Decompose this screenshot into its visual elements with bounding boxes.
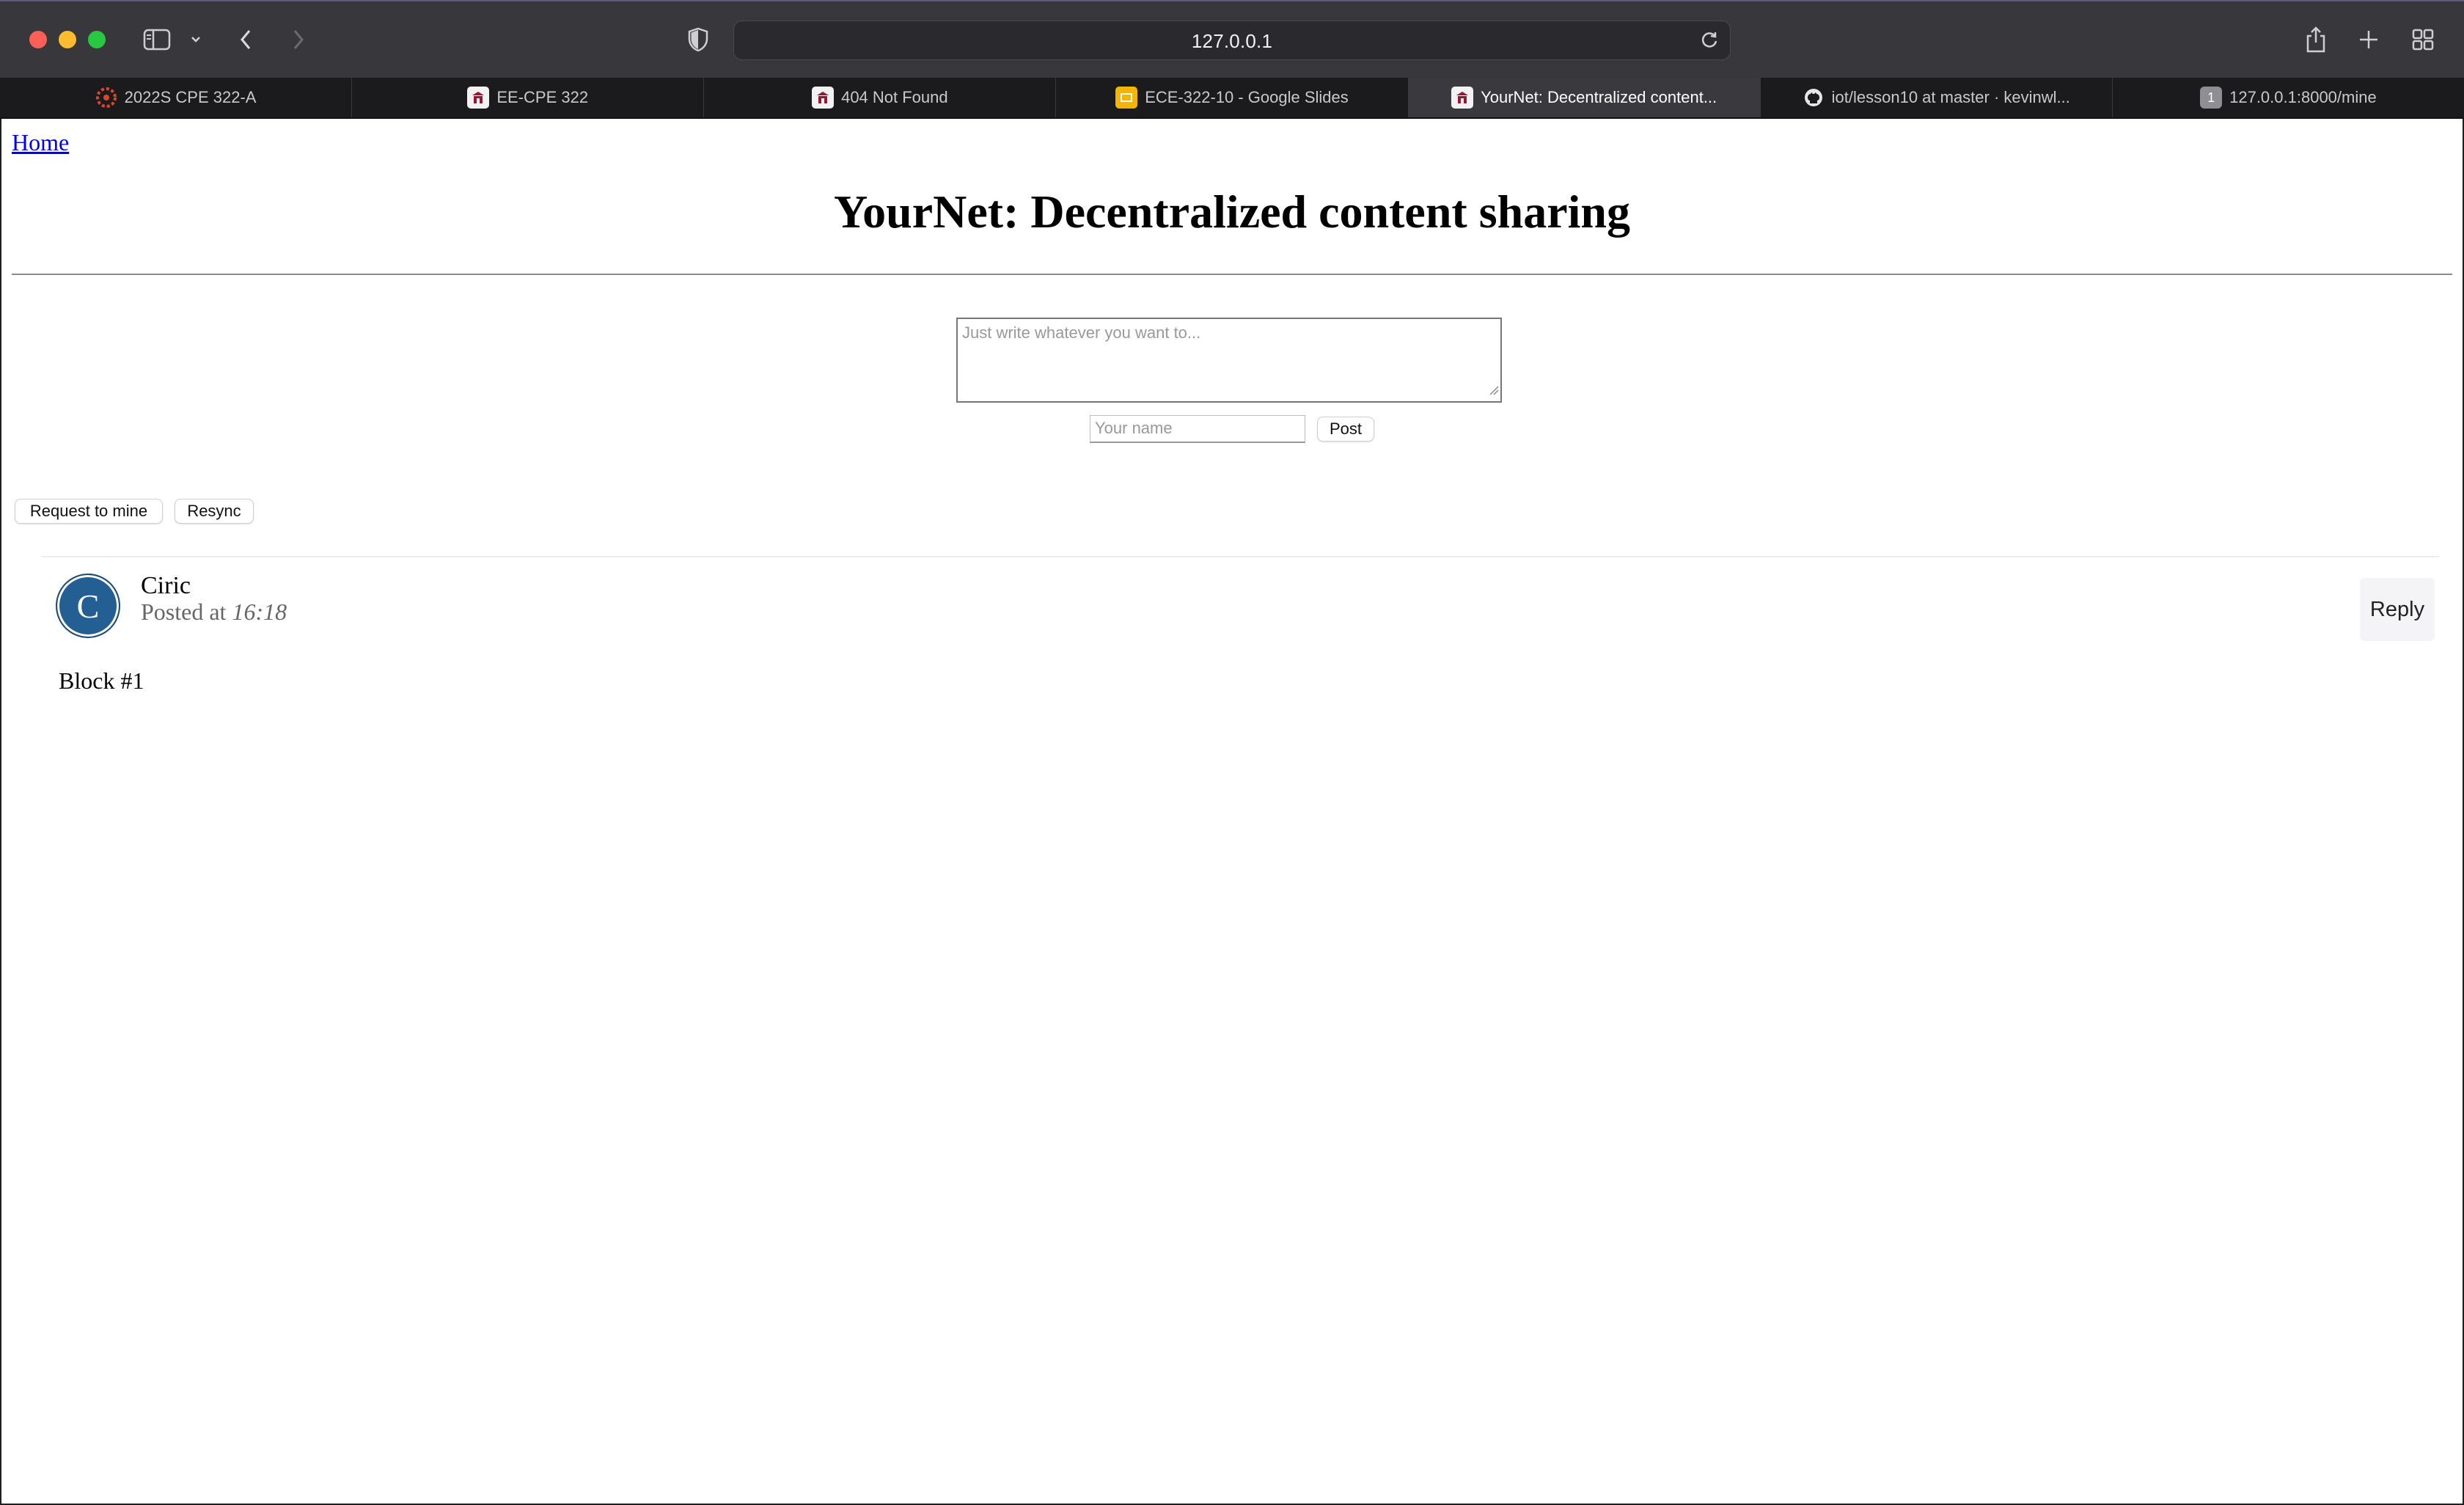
post-timestamp: Posted at 16:18 [141, 598, 287, 626]
address-bar[interactable]: 127.0.0.1 [733, 21, 1731, 60]
posted-prefix: Posted at [141, 598, 227, 625]
reload-icon[interactable] [1699, 30, 1720, 54]
canvas-icon [95, 87, 117, 109]
close-window-button[interactable] [29, 31, 47, 48]
sidebar-toggle-icon[interactable] [141, 23, 173, 56]
tab-label: ECE-322-10 - Google Slides [1145, 88, 1349, 106]
tab-strip: 2022S CPE 322-A EE-CPE 322 404 Not Found… [0, 78, 2464, 119]
post-time: 16:18 [232, 598, 287, 625]
home-link[interactable]: Home [12, 129, 69, 156]
tab-label: 127.0.0.1:8000/mine [2229, 88, 2377, 106]
tab-label: YourNet: Decentralized content... [1481, 88, 1717, 106]
request-to-mine-button[interactable]: Request to mine [15, 499, 163, 524]
stevens-icon [1451, 87, 1474, 109]
back-icon[interactable] [233, 23, 258, 56]
tab-label: EE-CPE 322 [496, 88, 589, 106]
tab-overview-icon[interactable] [2410, 23, 2436, 56]
tab-404[interactable]: 404 Not Found [704, 78, 1057, 117]
number-badge-icon: 1 [2200, 87, 2223, 109]
page-title: YourNet: Decentralized content sharing [834, 186, 1630, 238]
avatar: C [56, 574, 120, 638]
chevron-down-icon[interactable] [185, 23, 207, 56]
author-name-input[interactable]: Your name [1090, 415, 1305, 443]
tab-google-slides[interactable]: ECE-322-10 - Google Slides [1056, 78, 1409, 117]
page-content: Home YourNet: Decentralized content shar… [1, 119, 2463, 1504]
minimize-window-button[interactable] [59, 31, 76, 48]
tab-label: 404 Not Found [841, 88, 948, 106]
resize-grip-icon[interactable] [1489, 381, 1499, 400]
share-icon[interactable] [2303, 23, 2329, 56]
new-tab-icon[interactable] [2355, 23, 2382, 56]
tab-label: 2022S CPE 322-A [124, 88, 257, 106]
feed-divider [41, 556, 2439, 557]
post-content-textarea[interactable]: Just write whatever you want to... [956, 318, 1502, 403]
reply-button[interactable]: Reply [2360, 578, 2435, 641]
stevens-icon [467, 87, 490, 109]
tab-canvas[interactable]: 2022S CPE 322-A [0, 78, 353, 117]
tab-ee-cpe[interactable]: EE-CPE 322 [352, 78, 705, 117]
post-author: Ciric [141, 572, 191, 599]
post-content: Block #1 [59, 667, 144, 694]
url-text: 127.0.0.1 [1191, 30, 1273, 52]
google-slides-icon [1115, 87, 1138, 109]
tab-label: iot/lesson10 at master · kevinwl... [1831, 88, 2070, 106]
tab-github[interactable]: iot/lesson10 at master · kevinwl... [1761, 78, 2113, 117]
post-button[interactable]: Post [1317, 417, 1374, 442]
textarea-placeholder: Just write whatever you want to... [962, 323, 1201, 342]
name-placeholder: Your name [1095, 419, 1173, 437]
forward-icon[interactable] [286, 23, 311, 56]
tab-yournet[interactable]: YourNet: Decentralized content... [1408, 78, 1761, 117]
browser-toolbar: 127.0.0.1 [0, 0, 2464, 78]
divider [12, 274, 2452, 275]
zoom-window-button[interactable] [88, 31, 106, 48]
tab-mine[interactable]: 1 127.0.0.1:8000/mine [2113, 78, 2464, 117]
privacy-shield-icon[interactable] [685, 23, 711, 56]
resync-button[interactable]: Resync [175, 499, 254, 524]
stevens-icon [812, 87, 835, 109]
github-icon [1803, 87, 1825, 109]
